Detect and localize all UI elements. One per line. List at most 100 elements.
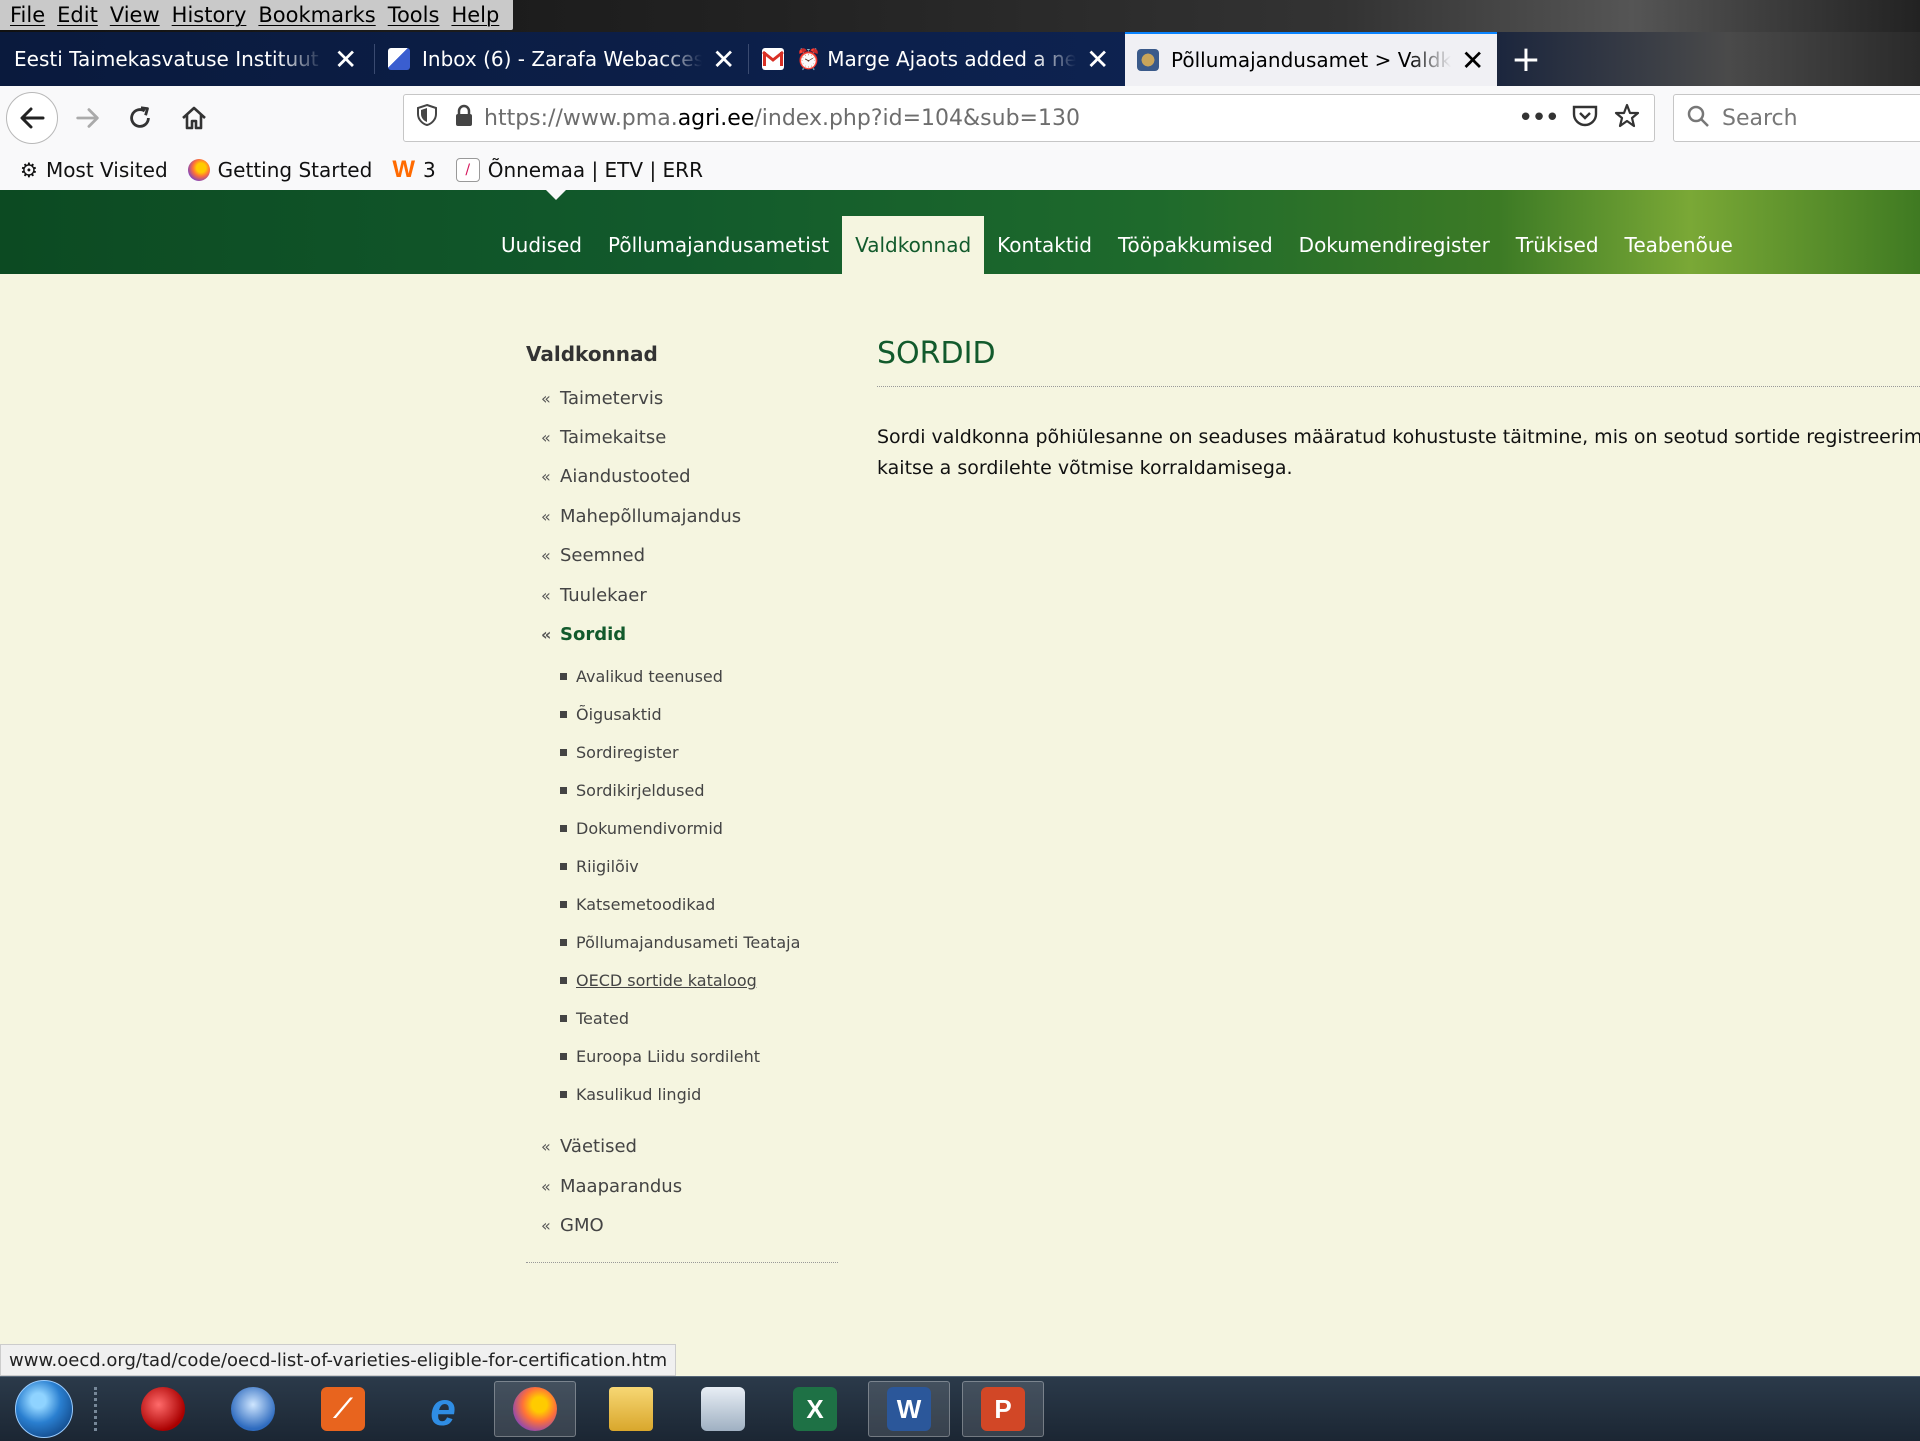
tab-bar: Eesti Taimekasvatuse Instituut - Sordid … [0,32,1920,86]
sidebar-item-taimekaitse[interactable]: « Taimekaitse [541,427,666,448]
taskbar-scanner[interactable] [682,1381,764,1437]
subitem-oigusaktid[interactable]: Õigusaktid [560,705,662,724]
tab-marge-ajaots[interactable]: ⏰ Marge Ajaots added a new post ✕ [750,32,1122,86]
close-tab-icon[interactable]: ✕ [334,43,357,76]
pocket-icon[interactable] [1572,104,1598,132]
start-button[interactable] [4,1380,84,1438]
nav-kontaktid[interactable]: Kontaktid [984,216,1105,274]
subitem-label: Katsemetoodikad [576,895,716,914]
double-chevron-icon: « [541,586,551,605]
close-tab-icon[interactable]: ✕ [712,43,735,76]
tab-separator [374,44,375,74]
url-bar[interactable]: https://www.pma.agri.ee/index.php?id=104… [403,94,1655,142]
subitem-oecd-sortide-kataloog[interactable]: OECD sortide kataloog [560,971,757,990]
sidebar-item-vaetised[interactable]: « Väetised [541,1136,637,1157]
w-icon: W [392,156,415,183]
menu-help[interactable]: Help [451,3,499,27]
firefox-icon [187,159,210,181]
bookmark-getting-started[interactable]: Getting Started [187,158,372,182]
bullet-icon [560,673,567,680]
sidebar-item-aiandustooted[interactable]: « Aiandustooted [541,466,691,487]
sidebar-item-label: Sordid [560,624,627,645]
bookmark-onnemaa[interactable]: / Õnnemaa | ETV | ERR [455,158,703,182]
nav-teabenoue[interactable]: Teabenõue [1612,216,1746,274]
sidebar-item-taimetervis[interactable]: « Taimetervis [541,388,663,409]
tracking-protection-shield-icon[interactable] [416,103,438,133]
subitem-kasulikud-lingid[interactable]: Kasulikud lingid [560,1085,701,1104]
sidebar-item-tuulekaer[interactable]: « Tuulekaer [541,585,647,606]
sidebar-item-mahepollumajandus[interactable]: « Mahepõllumajandus [541,506,741,527]
bookmark-star-icon[interactable] [1614,103,1640,133]
taskbar-file-explorer[interactable] [590,1381,672,1437]
taskbar-firefox[interactable] [494,1381,576,1437]
err-icon: / [455,158,480,182]
menu-bookmarks[interactable]: Bookmarks [258,3,375,27]
menu-view[interactable]: View [110,3,160,27]
nav-toopakkumised[interactable]: Tööpakkumised [1105,216,1286,274]
nav-valdkonnad[interactable]: Valdkonnad [842,216,985,274]
subitem-katsemetoodikad[interactable]: Katsemetoodikad [560,895,715,914]
menu-bar-items: File Edit View History Bookmarks Tools H… [0,0,514,30]
taskbar-internet-explorer[interactable]: e [402,1381,484,1437]
nav-pollumajandusametist[interactable]: Põllumajandusametist [595,216,842,274]
tab-title: Eesti Taimekasvatuse Instituut - Sordid [14,47,324,71]
tab-inbox[interactable]: Inbox (6) - Zarafa Webaccess ✕ [376,32,746,86]
close-tab-icon[interactable]: ✕ [1461,44,1484,77]
reload-button[interactable] [116,86,164,150]
bookmark-w[interactable]: W 3 [392,156,435,184]
nav-trukised[interactable]: Trükised [1503,216,1612,274]
subitem-avalikud-teenused[interactable]: Avalikud teenused [560,667,723,686]
padlock-icon[interactable] [454,104,474,132]
forward-button[interactable] [64,86,112,150]
double-chevron-icon: « [541,467,551,486]
tab-title: Inbox (6) - Zarafa Webaccess [422,47,702,71]
url-prefix: https://www.pma. [484,105,678,131]
sidebar-item-gmo[interactable]: « GMO [541,1215,604,1236]
subitem-dokumendivormid[interactable]: Dokumendivormid [560,819,723,838]
subitem-teated[interactable]: Teated [560,1009,629,1028]
sidebar-item-label: GMO [560,1215,604,1236]
excel-icon: X [793,1387,837,1431]
taskbar-word[interactable]: W [868,1381,950,1437]
subitem-euroopa-liidu-sordileht[interactable]: Euroopa Liidu sordileht [560,1047,760,1066]
taskbar-gems-app[interactable] [122,1381,204,1437]
tab-separator [748,44,749,74]
menu-edit[interactable]: Edit [57,3,98,27]
subitem-riigiloiv[interactable]: Riigilõiv [560,857,639,876]
subitem-label: Põllumajandusameti Teataja [576,933,801,952]
bookmark-most-visited[interactable]: ⚙ Most Visited [20,158,168,182]
page-actions-menu-icon[interactable]: ••• [1518,103,1560,133]
taskbar-powerpoint[interactable]: P [962,1381,1044,1437]
menu-file[interactable]: File [10,3,45,27]
subitem-pollumajandusameti-teataja[interactable]: Põllumajandusameti Teataja [560,933,800,952]
taskbar-document-app[interactable]: ⟋ [302,1381,384,1437]
subitem-label: Õigusaktid [576,705,662,724]
back-button[interactable] [6,92,58,144]
tab-taimekasvatuse[interactable]: Eesti Taimekasvatuse Instituut - Sordid … [0,32,372,86]
nav-dokumendiregister[interactable]: Dokumendiregister [1286,216,1503,274]
close-tab-icon[interactable]: ✕ [1086,43,1109,76]
menu-history[interactable]: History [172,3,247,27]
search-placeholder: Search [1722,105,1798,131]
word-icon: W [887,1387,931,1431]
forward-arrow-icon [76,108,99,128]
bullet-icon [560,711,567,718]
gems-icon [141,1387,185,1431]
subitem-sordikirjeldused[interactable]: Sordikirjeldused [560,781,705,800]
double-chevron-icon: « [541,1216,551,1235]
new-tab-icon[interactable]: + [1506,32,1546,86]
sidebar-item-sordid[interactable]: « Sordid [541,624,626,645]
taskbar-excel[interactable]: X [774,1381,856,1437]
sidebar-item-seemned[interactable]: « Seemned [541,545,645,566]
file-explorer-icon [609,1387,653,1431]
sidebar-item-maaparandus[interactable]: « Maaparandus [541,1176,682,1197]
home-button[interactable] [170,86,218,150]
double-chevron-icon: « [541,1177,551,1196]
internet-explorer-icon: e [430,1383,456,1435]
menu-tools[interactable]: Tools [388,3,440,27]
search-bar[interactable]: Search [1673,94,1920,142]
tab-pollumajandusamet[interactable]: Põllumajandusamet > Valdkonnad ✕ [1125,32,1497,86]
nav-uudised[interactable]: Uudised [488,216,595,274]
subitem-sordiregister[interactable]: Sordiregister [560,743,679,762]
taskbar-thunderbird[interactable] [212,1381,294,1437]
